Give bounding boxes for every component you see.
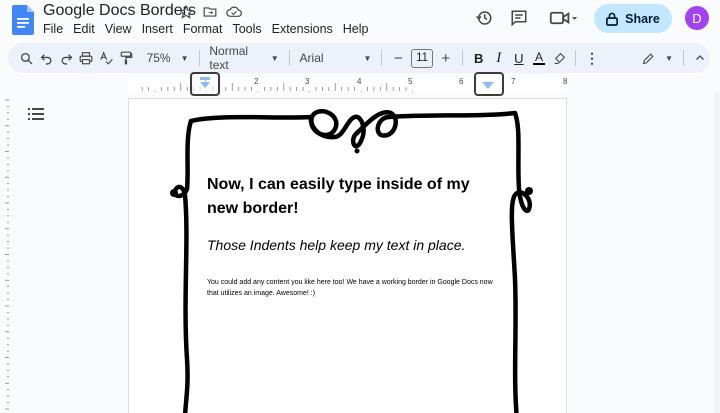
menu-edit[interactable]: Edit — [73, 22, 100, 36]
move-to-folder-icon[interactable] — [202, 4, 218, 20]
star-icon[interactable] — [178, 4, 194, 20]
highlight-icon[interactable] — [549, 43, 569, 73]
menu-extensions[interactable]: Extensions — [272, 22, 338, 36]
ruler-number: 4 — [357, 77, 362, 86]
ruler-number: 8 — [563, 77, 568, 86]
increase-font-size-button[interactable]: + — [436, 43, 456, 73]
style-value: Normal text — [209, 44, 249, 72]
text-color-button[interactable]: A — [529, 43, 549, 73]
separator — [381, 50, 383, 66]
google-docs-logo-icon[interactable] — [12, 5, 34, 35]
menu-file[interactable]: File — [43, 22, 68, 36]
text-color-swatch — [532, 63, 545, 65]
search-menus-icon[interactable] — [16, 43, 36, 73]
vruler-ticks — [5, 99, 9, 410]
text-color-label: A — [534, 50, 543, 64]
editing-mode-dropdown[interactable]: ▼ — [638, 43, 677, 73]
separator — [682, 50, 684, 66]
cloud-saved-icon[interactable] — [226, 4, 242, 20]
redo-icon[interactable] — [56, 43, 76, 73]
decorative-border-image[interactable] — [129, 99, 568, 413]
separator — [198, 50, 200, 66]
document-outline-icon[interactable] — [28, 107, 44, 121]
caret-down-icon: ▼ — [270, 53, 279, 63]
document-body-text[interactable]: You could add any content you like here … — [207, 277, 497, 299]
ruler-number: 7 — [511, 77, 516, 86]
font-dropdown[interactable]: Arial ▼ — [296, 43, 376, 73]
more-options-icon[interactable]: ⋮ — [582, 43, 602, 73]
decrease-font-size-button[interactable]: − — [388, 43, 408, 73]
document-subheading[interactable]: Those Indents help keep my text in place… — [207, 237, 507, 253]
font-size-input[interactable]: 11 — [411, 48, 433, 68]
ruler-number: 3 — [305, 77, 310, 86]
document-heading[interactable]: Now, I can easily type inside of my new … — [207, 173, 497, 221]
menu-bar: File Edit View Insert Format Tools Exten… — [43, 22, 379, 36]
avatar[interactable]: D — [685, 6, 709, 30]
separator — [575, 50, 576, 66]
ruler-number: 5 — [408, 77, 413, 86]
menu-insert[interactable]: Insert — [142, 22, 178, 36]
left-indent-highlight — [190, 72, 220, 96]
spellcheck-icon[interactable] — [96, 43, 116, 73]
share-button[interactable]: Share — [594, 4, 672, 33]
menu-format[interactable]: Format — [183, 22, 228, 36]
header: Google Docs Borders File Edit View Inser… — [0, 0, 720, 40]
italic-button[interactable]: I — [489, 43, 509, 73]
ruler-number: 6 — [459, 77, 464, 86]
bold-button[interactable]: B — [469, 43, 489, 73]
meet-icon[interactable] — [548, 8, 580, 28]
history-icon[interactable] — [474, 8, 494, 28]
style-dropdown[interactable]: Normal text ▼ — [205, 43, 282, 73]
document-title[interactable]: Google Docs Borders — [43, 2, 196, 20]
zoom-value: 75% — [146, 51, 171, 65]
caret-down-icon: ▼ — [180, 53, 189, 63]
undo-icon[interactable] — [36, 43, 56, 73]
separator — [461, 50, 463, 66]
vertical-ruler[interactable] — [0, 96, 10, 413]
comments-icon[interactable] — [509, 8, 529, 28]
toolbar: 75% ▼ Normal text ▼ Arial ▼ − 11 + B I U… — [8, 43, 710, 73]
vertical-scrollbar[interactable] — [714, 92, 720, 413]
menu-tools[interactable]: Tools — [232, 22, 266, 36]
document-page[interactable]: Now, I can easily type inside of my new … — [128, 98, 567, 413]
share-label: Share — [625, 11, 660, 26]
caret-down-icon: ▼ — [665, 53, 673, 63]
collapse-menus-icon[interactable] — [690, 43, 710, 73]
ruler-number: 2 — [254, 77, 259, 86]
paint-format-icon[interactable] — [116, 43, 136, 73]
lock-icon — [606, 12, 619, 26]
underline-button[interactable]: U — [509, 43, 529, 73]
caret-down-icon: ▼ — [363, 53, 372, 63]
menu-view[interactable]: View — [105, 22, 137, 36]
font-value: Arial — [299, 51, 324, 65]
zoom-dropdown[interactable]: 75% ▼ — [143, 43, 193, 73]
pencil-icon — [642, 52, 654, 64]
menu-help[interactable]: Help — [343, 22, 374, 36]
print-icon[interactable] — [76, 43, 96, 73]
separator — [288, 50, 290, 66]
right-indent-highlight — [474, 72, 504, 96]
